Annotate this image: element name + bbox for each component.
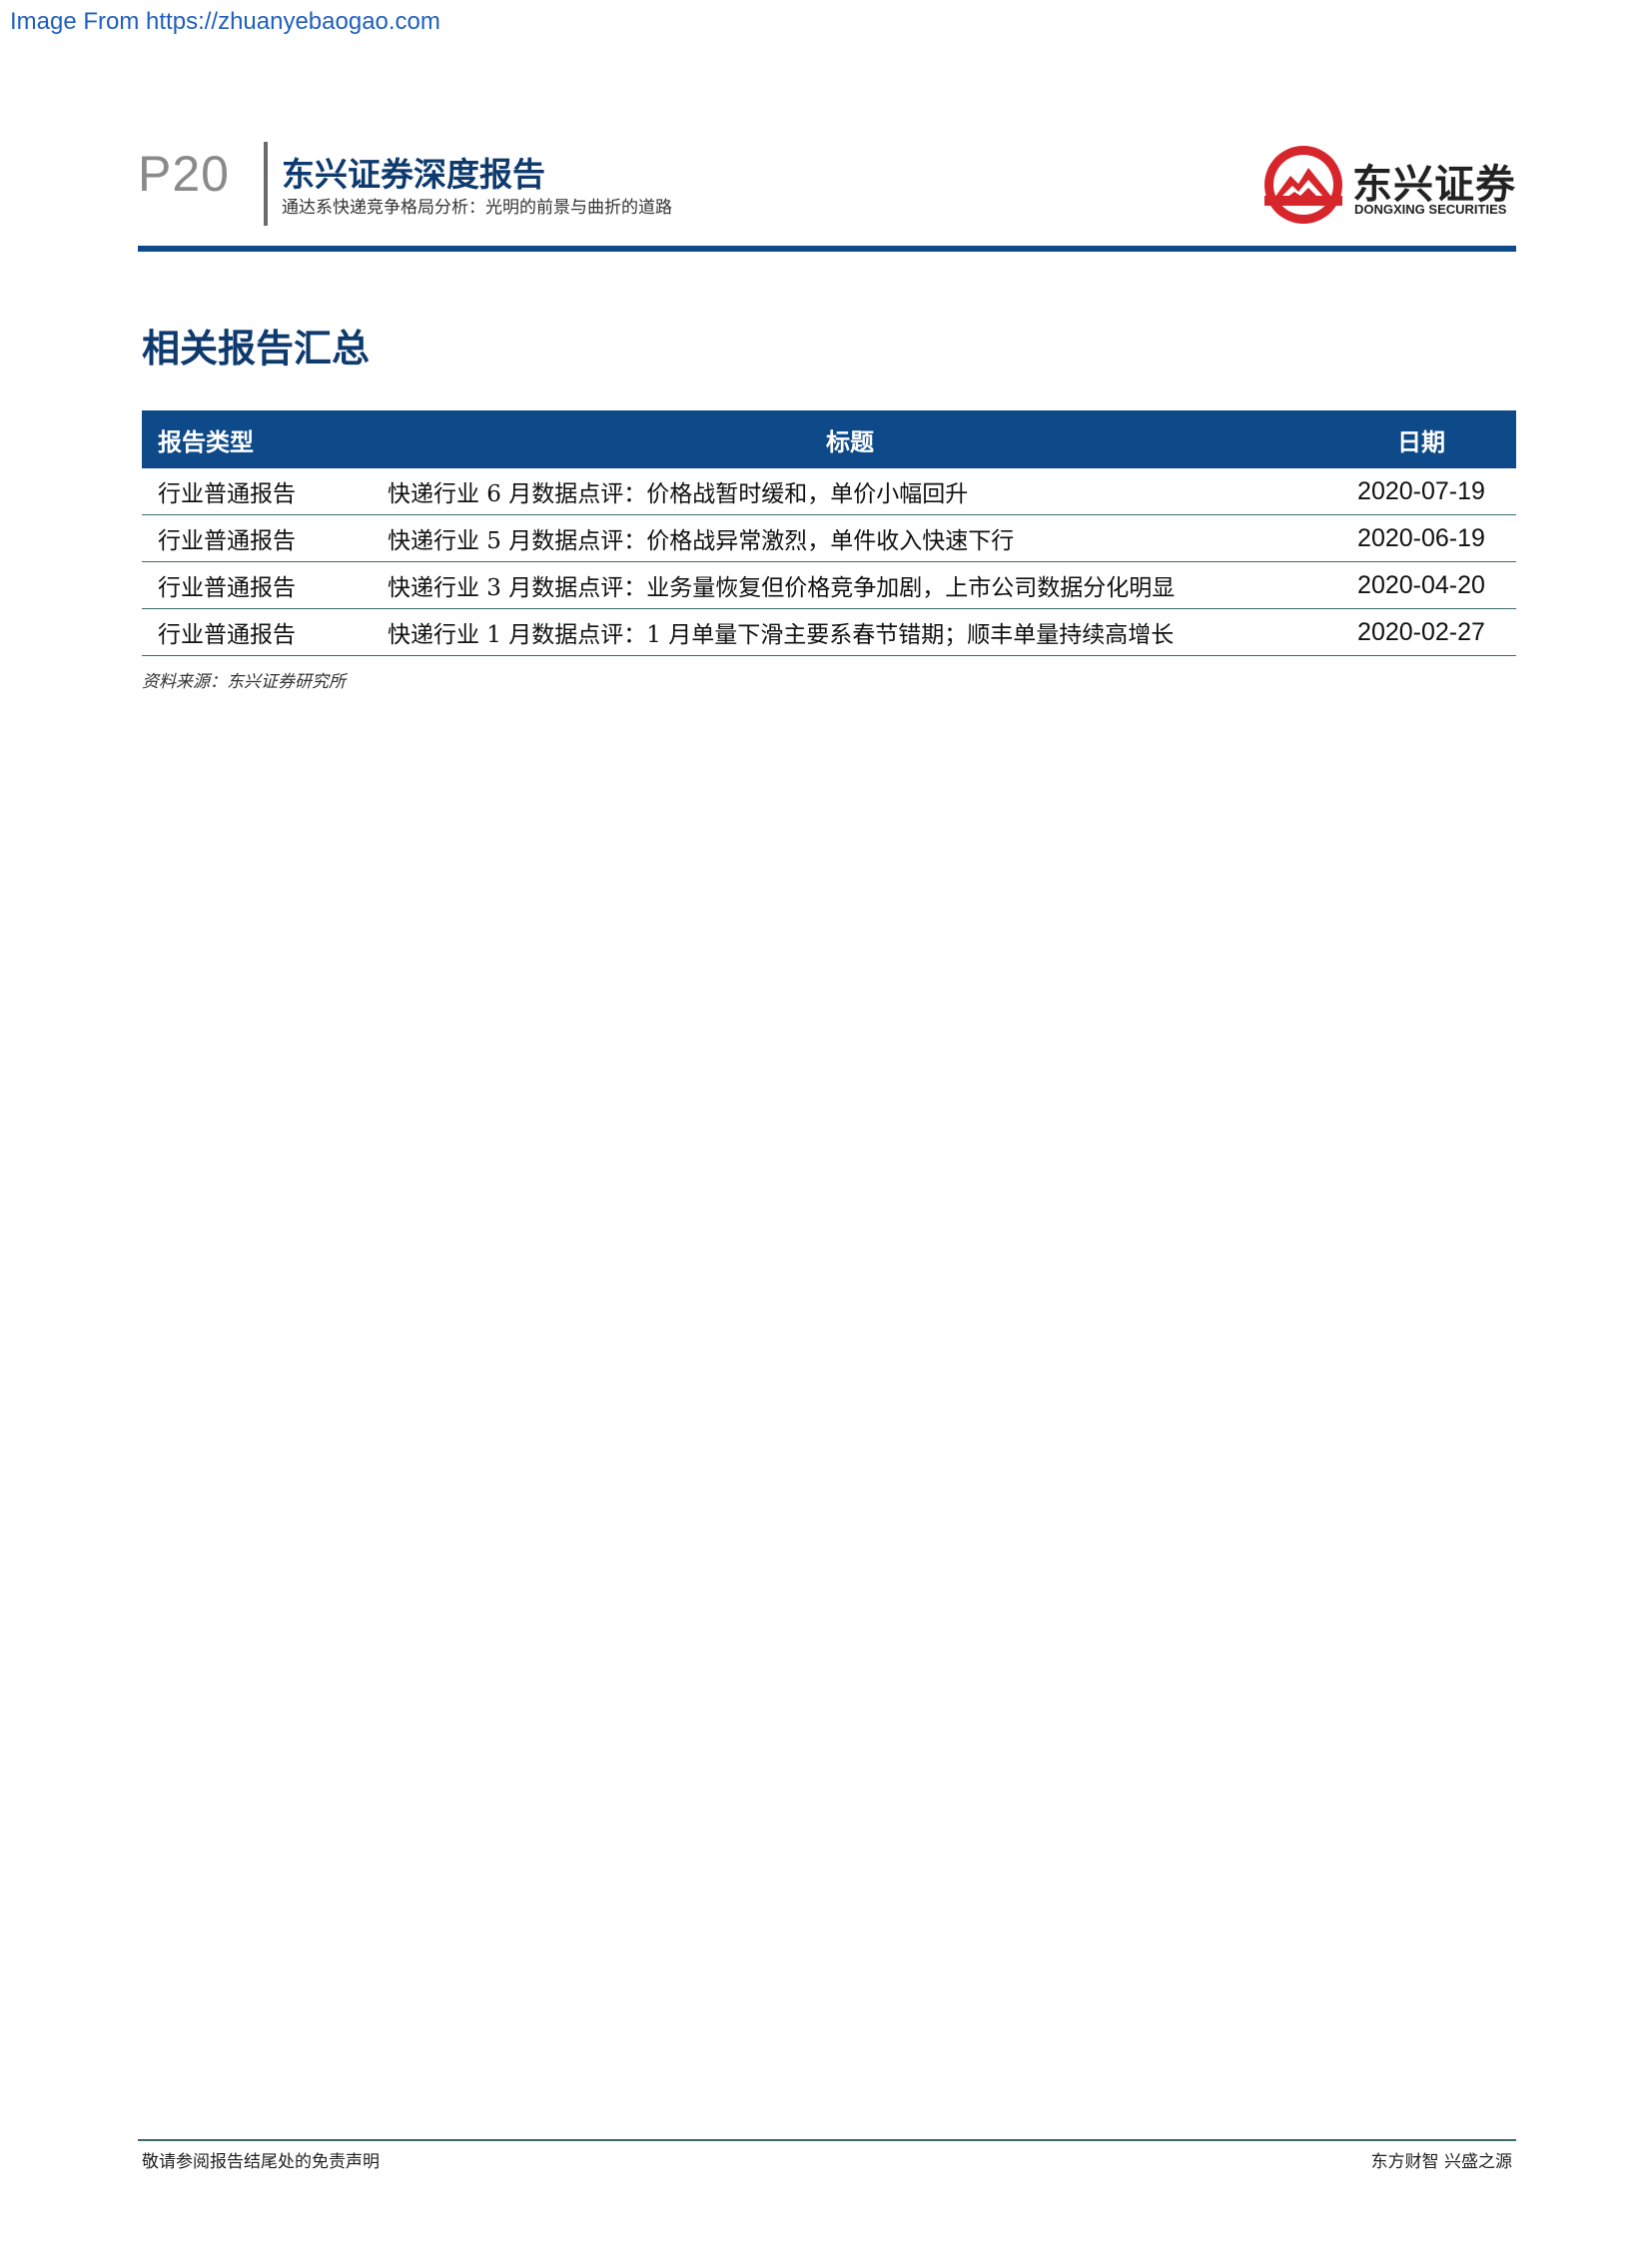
column-header-date: 日期: [1326, 410, 1516, 468]
table-row: 行业普通报告 快递行业 3 月数据点评：业务量恢复但价格竞争加剧，上市公司数据分…: [142, 561, 1516, 609]
related-reports-table: 报告类型 标题 日期 行业普通报告 快递行业 6 月数据点评：价格战暂时缓和，单…: [142, 410, 1516, 656]
footer-slogan: 东方财智 兴盛之源: [1370, 2152, 1512, 2172]
report-title-cell: 快递行业 3 月数据点评：业务量恢复但价格竞争加剧，上市公司数据分化明显: [374, 561, 1326, 609]
table-source-note: 资料来源：东兴证券研究所: [142, 672, 346, 692]
header-subtitle: 通达系快递竞争格局分析：光明的前景与曲折的道路: [282, 198, 672, 218]
report-title-cell: 快递行业 1 月数据点评：1 月单量下滑主要系春节错期；顺丰单量持续高增长: [374, 608, 1326, 656]
report-date-cell: 2020-07-19: [1326, 468, 1516, 515]
source-link[interactable]: Image From https://zhuanyebaogao.com: [10, 8, 440, 36]
report-type-cell: 行业普通报告: [142, 514, 374, 562]
column-header-title: 标题: [374, 410, 1326, 468]
report-title-cell: 快递行业 6 月数据点评：价格战暂时缓和，单价小幅回升: [374, 468, 1326, 515]
header-divider: [264, 142, 268, 226]
page-number: P20: [138, 146, 230, 202]
column-header-type: 报告类型: [142, 410, 374, 468]
section-title: 相关报告汇总: [142, 327, 371, 371]
table-row: 行业普通报告 快递行业 1 月数据点评：1 月单量下滑主要系春节错期；顺丰单量持…: [142, 608, 1516, 656]
table-header-row: 报告类型 标题 日期: [142, 410, 1516, 468]
report-date-cell: 2020-06-19: [1326, 514, 1516, 562]
report-title-cell: 快递行业 5 月数据点评：价格战异常激烈，单件收入快速下行: [374, 514, 1326, 562]
table-row: 行业普通报告 快递行业 5 月数据点评：价格战异常激烈，单件收入快速下行 202…: [142, 514, 1516, 562]
header-title: 东兴证券深度报告: [282, 155, 545, 194]
footer-disclaimer: 敬请参阅报告结尾处的免责声明: [142, 2152, 380, 2172]
report-date-cell: 2020-04-20: [1326, 561, 1516, 609]
report-type-cell: 行业普通报告: [142, 468, 374, 515]
table-row: 行业普通报告 快递行业 6 月数据点评：价格战暂时缓和，单价小幅回升 2020-…: [142, 468, 1516, 515]
report-date-cell: 2020-02-27: [1326, 608, 1516, 656]
report-type-cell: 行业普通报告: [142, 561, 374, 609]
dongxing-logo-icon: [1264, 146, 1342, 224]
company-logo: 东兴证券 DONGXING SECURITIES: [1260, 142, 1520, 230]
logo-name-en: DONGXING SECURITIES: [1354, 202, 1507, 217]
footer-rule: [138, 2139, 1516, 2141]
header-rule: [138, 246, 1516, 252]
report-type-cell: 行业普通报告: [142, 608, 374, 656]
